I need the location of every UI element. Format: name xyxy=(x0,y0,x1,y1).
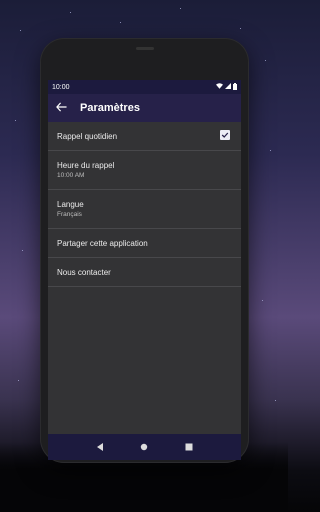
setting-label: Langue xyxy=(57,200,84,209)
setting-label: Rappel quotidien xyxy=(57,131,118,141)
signal-icon xyxy=(225,83,231,91)
back-button[interactable] xyxy=(48,94,74,122)
setting-reminder-time[interactable]: Heure du rappel 10:00 AM xyxy=(48,151,241,190)
nav-recents-icon[interactable] xyxy=(185,438,193,456)
wifi-icon xyxy=(216,83,223,91)
setting-label: Nous contacter xyxy=(57,267,111,277)
nav-home-icon[interactable] xyxy=(140,438,148,456)
status-bar: 10:00 xyxy=(48,80,241,94)
battery-icon xyxy=(233,82,237,92)
app-screen: 10:00 Paramètres Rappel quotidien Heure … xyxy=(48,80,241,460)
phone-frame: 10:00 Paramètres Rappel quotidien Heure … xyxy=(40,38,249,463)
system-nav-bar xyxy=(48,434,241,460)
page-title: Paramètres xyxy=(80,102,140,114)
setting-contact-us[interactable]: Nous contacter xyxy=(48,258,241,287)
checkbox-checked-icon[interactable] xyxy=(220,130,230,140)
nav-back-icon[interactable] xyxy=(96,438,104,456)
setting-label: Partager cette application xyxy=(57,238,148,248)
back-arrow-icon xyxy=(55,99,67,117)
setting-share-app[interactable]: Partager cette application xyxy=(48,229,241,258)
setting-value: Français xyxy=(57,211,82,218)
settings-list: Rappel quotidien Heure du rappel 10:00 A… xyxy=(48,122,241,287)
setting-label: Heure du rappel xyxy=(57,161,115,170)
speaker-grille xyxy=(136,47,154,50)
setting-daily-reminder[interactable]: Rappel quotidien xyxy=(48,122,241,151)
status-time: 10:00 xyxy=(52,83,70,91)
app-bar: Paramètres xyxy=(48,94,241,122)
setting-language[interactable]: Langue Français xyxy=(48,190,241,229)
setting-value: 10:00 AM xyxy=(57,172,85,179)
